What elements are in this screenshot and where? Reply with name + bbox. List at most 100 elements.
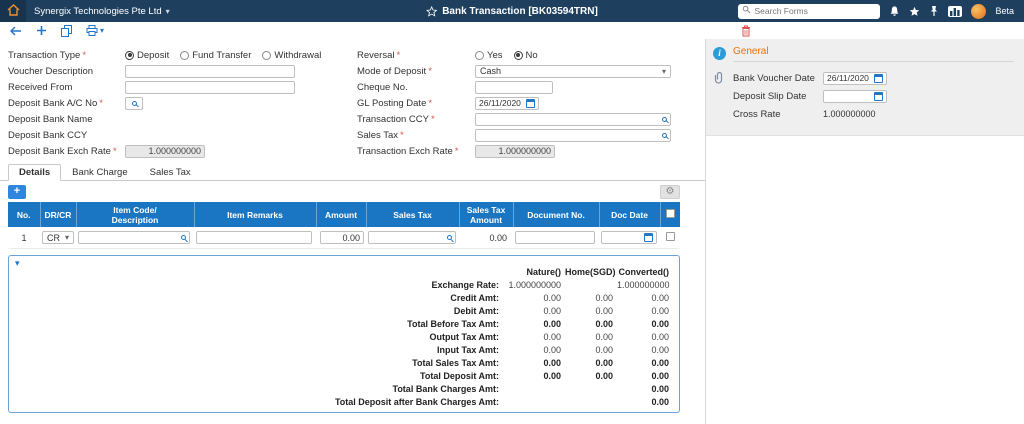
row-checkbox[interactable] <box>665 232 675 242</box>
required-marker: * <box>400 129 404 141</box>
deposit-slip-date-input[interactable] <box>827 91 872 101</box>
calendar-icon[interactable] <box>874 73 883 83</box>
add-row-button[interactable]: + <box>8 185 26 199</box>
voucher-description-input[interactable] <box>125 64 295 78</box>
form-row: Deposit Bank CCY Sales Tax * <box>0 127 705 143</box>
chevron-down-icon: ▾ <box>661 66 666 76</box>
sales-tax-amount-value: 0.00 <box>459 227 513 250</box>
general-section-title: General <box>733 46 1014 62</box>
collapse-arrow-icon[interactable]: ▾ <box>15 258 20 269</box>
tab-sales-tax[interactable]: Sales Tax <box>139 164 202 181</box>
select-all-checkbox[interactable] <box>665 209 675 219</box>
mode-of-deposit-select[interactable]: Cash ▾ <box>475 64 671 78</box>
favorites-star-icon[interactable] <box>909 6 920 17</box>
chevron-down-icon: ▾ <box>64 233 69 243</box>
deposit-bank-ac-no-lookup-button[interactable] <box>125 96 143 110</box>
received-from-input[interactable] <box>125 80 295 94</box>
attachment-icon[interactable] <box>714 71 725 87</box>
transaction-ccy-input[interactable] <box>479 114 660 124</box>
radio-reversal-yes[interactable]: Yes <box>475 50 503 61</box>
side-panel: i General Bank Voucher Date Deposit Slip… <box>706 39 1024 424</box>
back-button[interactable] <box>10 26 22 36</box>
company-selector[interactable]: Synergix Technologies Pte Ltd ▾ <box>34 6 170 17</box>
action-toolbar: ▾ <box>0 22 1024 39</box>
form-row: Deposit Bank A/C No * GL Posting Date * <box>0 95 705 111</box>
print-button[interactable]: ▾ <box>86 25 104 36</box>
col-header-select-all <box>660 202 680 228</box>
amount-input[interactable] <box>320 231 364 245</box>
radio-icon <box>125 50 134 60</box>
search-forms-box <box>738 3 881 19</box>
copy-button[interactable] <box>61 24 72 37</box>
panel-icon-column: i <box>711 46 728 123</box>
search-icon[interactable] <box>447 235 452 241</box>
info-icon[interactable]: i <box>713 47 726 60</box>
deposit-bank-name-label: Deposit Bank Name <box>8 113 93 125</box>
required-marker: * <box>428 65 432 77</box>
row-sales-tax-input[interactable] <box>372 232 445 243</box>
notifications-bell-icon[interactable] <box>889 5 900 17</box>
tab-bank-charge[interactable]: Bank Charge <box>61 164 138 181</box>
new-record-button[interactable] <box>36 25 47 36</box>
col-header-doc-date: Doc Date <box>599 202 661 228</box>
calendar-icon[interactable] <box>526 98 535 108</box>
search-input[interactable] <box>754 6 877 16</box>
user-avatar[interactable] <box>971 3 987 19</box>
panel-row: Cross Rate 1.000000000 <box>733 105 1014 123</box>
summary-col-nature: Nature() <box>526 266 561 277</box>
search-icon[interactable] <box>181 235 186 241</box>
summary-row: Total Sales Tax Amt: 0.00 0.00 0.00 <box>412 357 669 368</box>
pin-icon[interactable] <box>929 5 939 17</box>
items-table-header-row: No. DR/CR Item Code/ Description Item Re… <box>8 202 680 228</box>
search-icon <box>742 5 751 17</box>
item-code-input[interactable] <box>82 232 179 243</box>
dashboard-chart-icon[interactable] <box>948 5 963 17</box>
delete-button[interactable] <box>741 25 751 40</box>
radio-withdrawal[interactable]: Withdrawal <box>262 50 321 61</box>
transaction-exch-rate-label: Transaction Exch Rate * <box>357 145 459 157</box>
bank-voucher-date-label: Bank Voucher Date <box>733 72 815 84</box>
bank-voucher-date-field <box>823 71 887 85</box>
topbar-right: Beta <box>738 3 1024 19</box>
calendar-icon[interactable] <box>874 91 883 101</box>
radio-icon <box>513 50 523 60</box>
user-name: Beta <box>995 6 1014 16</box>
tab-details[interactable]: Details <box>8 164 62 181</box>
radio-icon <box>262 50 272 60</box>
radio-fund-transfer[interactable]: Fund Transfer <box>180 50 251 61</box>
drcr-value: CR <box>47 232 60 243</box>
deposit-bank-exch-rate-input[interactable] <box>125 144 205 158</box>
item-remarks-input[interactable] <box>196 231 312 245</box>
voucher-description-label: Voucher Description <box>8 65 94 77</box>
print-options-caret-icon: ▾ <box>100 26 105 35</box>
search-icon[interactable] <box>662 132 667 138</box>
calendar-icon[interactable] <box>644 233 653 243</box>
gl-posting-date-input[interactable] <box>479 98 524 108</box>
doc-date-input[interactable] <box>605 232 642 243</box>
summary-header-row: Nature() Home(SGD) Converted() <box>9 265 679 278</box>
mode-of-deposit-label: Mode of Deposit * <box>357 65 432 77</box>
document-no-input[interactable] <box>515 231 595 245</box>
transaction-exch-rate-input[interactable] <box>475 144 555 158</box>
sales-tax-input[interactable] <box>479 130 660 140</box>
summary-row: Exchange Rate: 1.000000000 1.000000000 <box>431 279 670 290</box>
radio-deposit[interactable]: Deposit <box>125 50 169 61</box>
cheque-no-input[interactable] <box>475 80 553 94</box>
form-row: Voucher Description Mode of Deposit * Cas… <box>0 63 705 79</box>
deposit-bank-ac-no-label: Deposit Bank A/C No * <box>8 97 103 109</box>
summary-col-home: Home(SGD) <box>565 266 616 277</box>
search-icon[interactable] <box>662 116 667 122</box>
favorite-star-icon[interactable] <box>426 5 438 17</box>
radio-reversal-no[interactable]: No <box>513 50 538 61</box>
summary-row: Input Tax Amt: 0.00 0.00 0.00 <box>437 344 669 355</box>
grid-settings-gear-icon[interactable]: ⚙ <box>660 185 680 199</box>
required-marker: * <box>428 97 433 109</box>
summary-row: Total Deposit after Bank Charges Amt: 0.… <box>334 396 669 407</box>
col-header-item-code: Item Code/ Description <box>76 202 195 228</box>
general-section-content: General Bank Voucher Date Deposit Slip D… <box>733 46 1014 123</box>
sales-tax-label: Sales Tax * <box>357 129 404 141</box>
home-button[interactable] <box>0 0 26 22</box>
bank-voucher-date-input[interactable] <box>827 73 872 83</box>
deposit-slip-date-label: Deposit Slip Date <box>733 90 807 102</box>
drcr-select[interactable]: CR ▾ <box>42 231 74 245</box>
